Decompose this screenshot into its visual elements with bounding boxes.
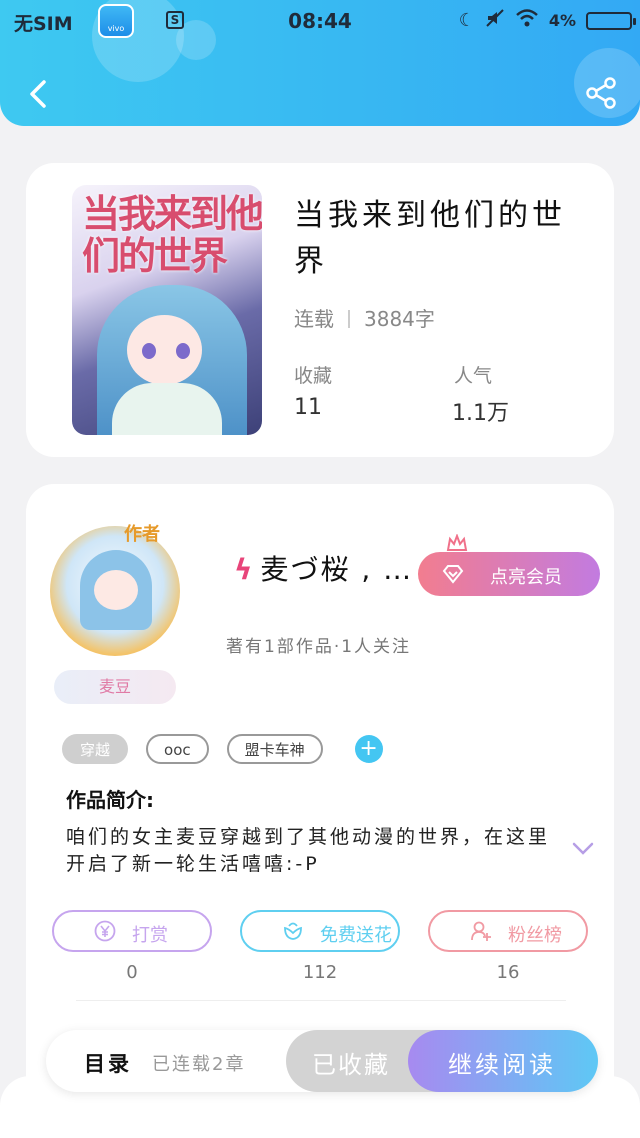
zigzag-icon: ϟ — [234, 553, 255, 586]
nickname-pill: 麦豆 — [54, 670, 176, 704]
favorites-label: 收藏 — [294, 365, 333, 387]
add-tag-button[interactable]: + — [354, 735, 383, 763]
serial-status: 连载 — [294, 307, 334, 331]
fans-ranking-label: 粉丝榜 — [508, 925, 562, 946]
author-badge: 作者 — [124, 524, 160, 545]
battery-icon — [586, 11, 636, 30]
tip-button[interactable]: 打赏 — [52, 910, 212, 952]
cover-art — [142, 343, 156, 359]
cover-art — [112, 383, 222, 435]
diamond-icon — [442, 565, 464, 584]
author-name-row[interactable]: ϟ 麦づ桜 , … — [234, 548, 413, 588]
vip-button[interactable]: 点亮会员 — [418, 552, 600, 596]
mute-icon — [485, 8, 505, 33]
avatar-art — [94, 570, 138, 610]
book-title: 当我来到他们的世界 — [294, 198, 566, 279]
send-flower-label: 免费送花 — [320, 925, 392, 946]
tip-count: 0 — [126, 962, 138, 983]
chevron-down-icon[interactable] — [572, 842, 594, 856]
flower-count: 112 — [302, 962, 338, 983]
battery-percent: 4% — [548, 11, 576, 30]
tag-chip[interactable]: 盟卡车神 — [226, 734, 323, 764]
toc-button[interactable]: 目录 — [84, 1048, 132, 1078]
back-arrow-icon[interactable] — [22, 76, 58, 112]
word-count: 3884字 — [364, 307, 435, 331]
top-header: 无SIM vivo S 08:44 ☾ 4% — [0, 0, 640, 126]
tip-label: 打赏 — [132, 925, 168, 946]
crown-icon — [446, 534, 468, 551]
popularity-count: 1.1万 — [452, 401, 509, 426]
cover-art — [127, 315, 202, 385]
popularity-label: 人气 — [454, 365, 493, 387]
tag-list: 穿越 ooc 盟卡车神 + — [62, 734, 383, 764]
moon-icon: ☾ — [458, 10, 475, 31]
divider — [76, 1000, 566, 1001]
tag-chip[interactable]: 穿越 — [62, 734, 129, 764]
fans-count: 16 — [496, 962, 520, 983]
cover-title: 当我来到他们的世界 — [82, 191, 262, 278]
continue-reading-label: 继续阅读 — [448, 1051, 556, 1079]
favorites-count: 11 — [294, 395, 322, 420]
separator — [348, 310, 350, 328]
vip-button-label: 点亮会员 — [490, 567, 562, 588]
fans-icon — [471, 921, 491, 941]
favorited-label: 已收藏 — [312, 1051, 390, 1079]
cover-art — [176, 343, 190, 359]
fans-ranking-button[interactable]: 粉丝榜 — [428, 910, 588, 952]
book-info-card: 当我来到他们的世界 当我来到他们的世界 连载 3884字 收藏 11 人气 1.1… — [26, 163, 614, 457]
wifi-icon — [515, 9, 539, 32]
tag-chip[interactable]: ooc — [146, 734, 209, 764]
chapter-count[interactable]: 已连载2章 — [152, 1050, 245, 1076]
send-flower-button[interactable]: 免费送花 — [240, 910, 400, 952]
book-status-row: 连载 3884字 — [294, 303, 435, 332]
yen-icon — [94, 920, 116, 942]
avatar-frame — [50, 526, 180, 656]
status-icons: ☾ 4% — [458, 8, 636, 33]
continue-reading-button[interactable]: 继续阅读 — [408, 1030, 598, 1092]
author-avatar[interactable]: 作者 — [50, 524, 180, 656]
intro-heading: 作品简介: — [66, 788, 154, 812]
author-card: 作者 麦豆 ϟ 麦づ桜 , … 著有1部作品·1人关注 点亮会员 穿越 ooc 盟… — [26, 484, 614, 1104]
intro-text: 咱们的女主麦豆穿越到了其他动漫的世界，在这里开启了新一轮生活嘻嘻:-P — [66, 826, 551, 875]
book-cover[interactable]: 当我来到他们的世界 — [72, 185, 262, 435]
share-icon[interactable] — [584, 76, 618, 110]
bottom-action-bar: 目录 已连载2章 已收藏 继续阅读 — [46, 1030, 598, 1092]
author-name: 麦づ桜 , … — [260, 553, 414, 586]
status-bar: 无SIM vivo S 08:44 ☾ 4% — [0, 0, 640, 44]
flower-icon — [284, 922, 302, 940]
author-meta: 著有1部作品·1人关注 — [226, 637, 412, 657]
